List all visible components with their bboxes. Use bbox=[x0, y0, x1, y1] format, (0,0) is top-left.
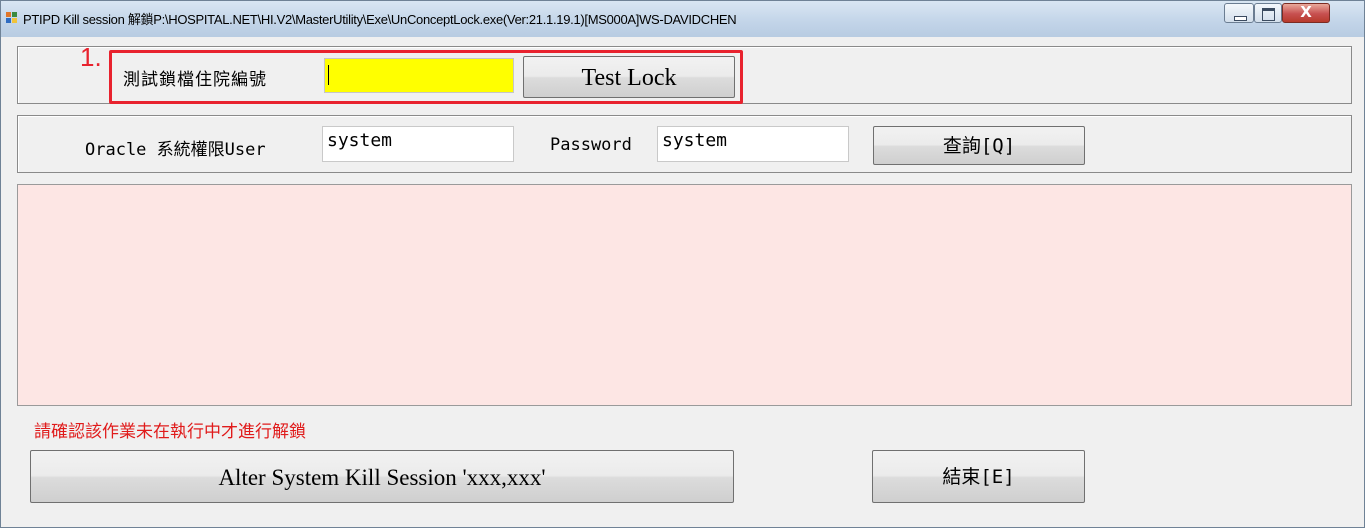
password-label: Password bbox=[550, 135, 632, 155]
password-input[interactable]: system bbox=[657, 126, 849, 162]
window-title: PTIPD Kill session 解鎖P:\HOSPITAL.NET\HI.… bbox=[23, 12, 737, 27]
kill-session-button[interactable]: Alter System Kill Session 'xxx,xxx' bbox=[30, 450, 734, 503]
step-number: 1. bbox=[80, 42, 102, 72]
close-icon: X bbox=[1300, 3, 1312, 21]
close-button[interactable]: X bbox=[1282, 3, 1330, 23]
exit-button[interactable]: 結束[E] bbox=[872, 450, 1085, 503]
minimize-button[interactable] bbox=[1224, 3, 1254, 23]
maximize-icon bbox=[1262, 8, 1275, 21]
query-button[interactable]: 查詢[Q] bbox=[873, 126, 1085, 165]
session-result-grid[interactable] bbox=[17, 184, 1352, 406]
maximize-button[interactable] bbox=[1254, 3, 1282, 23]
minimize-icon bbox=[1234, 16, 1247, 21]
app-icon bbox=[6, 12, 20, 24]
oracle-user-label: Oracle 系統權限User bbox=[85, 140, 266, 160]
title-bar[interactable]: PTIPD Kill session 解鎖P:\HOSPITAL.NET\HI.… bbox=[1, 1, 1364, 37]
warning-message: 請確認該作業未在執行中才進行解鎖 bbox=[34, 422, 306, 442]
step-highlight-box bbox=[109, 50, 743, 104]
oracle-user-input[interactable]: system bbox=[322, 126, 514, 162]
